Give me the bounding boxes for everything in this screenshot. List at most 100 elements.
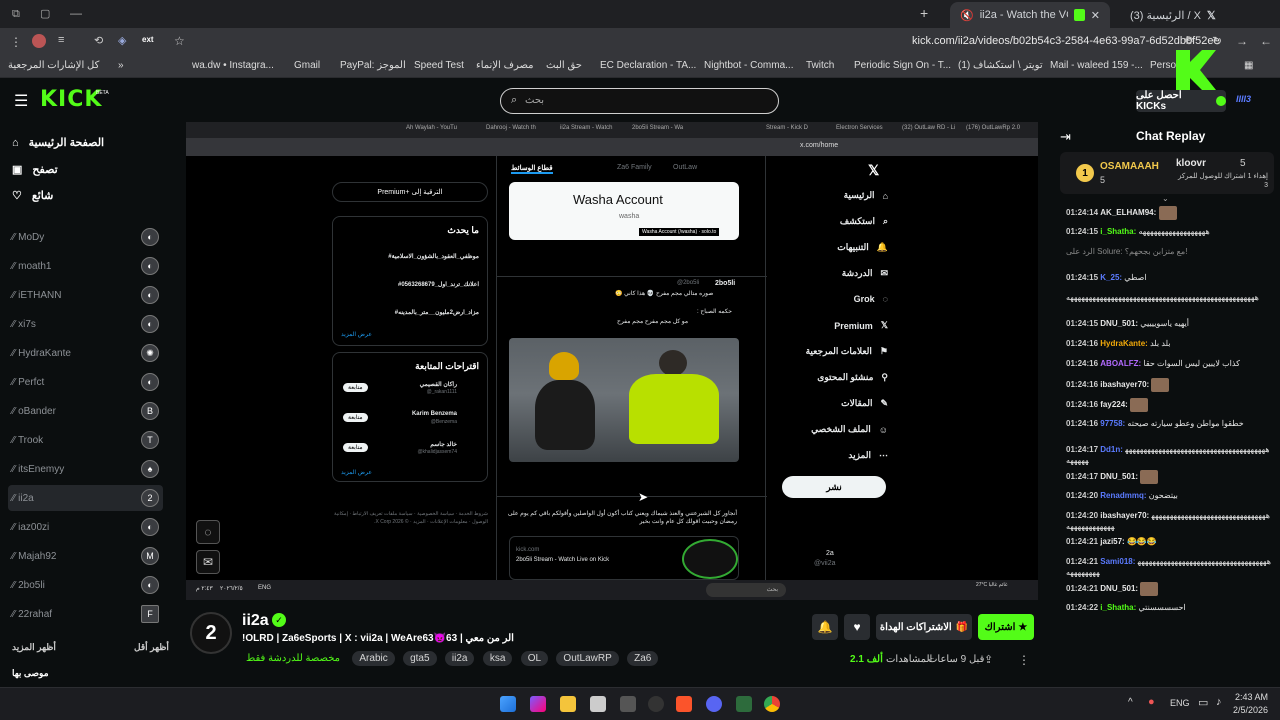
chat-username[interactable]: i_Shatha: <box>1100 603 1136 612</box>
kick-logo[interactable]: KICK <box>40 87 102 112</box>
extension-icon[interactable]: ◈ <box>118 34 126 47</box>
chat-username[interactable]: fay224: <box>1100 400 1128 409</box>
back-icon[interactable]: ← <box>1260 34 1272 48</box>
tag[interactable]: gta5 <box>403 651 437 666</box>
extension-icon[interactable]: ⟲ <box>94 34 103 47</box>
more-options-icon[interactable]: ⋮ <box>1018 653 1030 667</box>
notification-bell-button[interactable]: 🔔 <box>812 614 838 640</box>
channel-item[interactable]: ⁄⁄ 22rahaf F <box>8 601 163 627</box>
search-input[interactable]: ⌕ بحث <box>500 88 779 114</box>
copilot-icon[interactable] <box>530 696 546 712</box>
chrome-icon[interactable] <box>764 696 780 712</box>
chrome-menu-icon[interactable]: ▢ <box>40 7 50 20</box>
chat-username[interactable]: ibashayer70: <box>1100 511 1149 520</box>
channel-item[interactable]: ⁄⁄ oBander B <box>8 398 163 424</box>
streamer-name[interactable]: ii2a <box>242 612 269 630</box>
show-less-link[interactable]: أظهر أقل <box>134 642 169 653</box>
new-tab-icon[interactable]: + <box>920 5 928 21</box>
channel-item[interactable]: ⁄⁄ xi7s ◐ <box>8 311 163 337</box>
chat-username[interactable]: DNU_501: <box>1100 319 1138 328</box>
network-icon[interactable]: ▭ <box>1198 696 1208 709</box>
tag[interactable]: Arabic <box>352 651 395 666</box>
channel-item[interactable]: ⁄⁄ moath1 ◐ <box>8 253 163 279</box>
clock-date[interactable]: 2/5/2026 <box>1230 705 1268 715</box>
get-kicks-button[interactable]: احصل على KICKs <box>1136 90 1226 112</box>
chat-username[interactable]: 97758: <box>1100 419 1125 428</box>
tag[interactable]: ii2a <box>444 651 475 666</box>
nav-trending[interactable]: ♡ شائع <box>12 189 53 202</box>
messages-overlay-icon[interactable]: ✉ <box>196 550 220 574</box>
tag[interactable]: Za6 <box>627 651 659 666</box>
bookmark-item[interactable]: حق البث <box>546 60 582 71</box>
url-field[interactable]: kick.com/ii2a/videos/b02b54c3-2584-4e63-… <box>912 35 1220 47</box>
nav-home[interactable]: ⌂ الصفحة الرئيسية <box>12 136 104 150</box>
language-indicator[interactable]: ENG <box>1170 698 1190 708</box>
bookmark-item[interactable]: EC Declaration - TA... <box>600 60 696 71</box>
mic-icon[interactable]: ● <box>1148 696 1155 708</box>
chat-username[interactable]: AK_ELHAM94: <box>1100 208 1156 217</box>
rank-badge-icon[interactable]: IIII3 <box>1236 94 1251 104</box>
collapse-chat-icon[interactable]: ⇥ <box>1060 129 1071 145</box>
bookmark-item[interactable]: Perso <box>1150 60 1176 71</box>
grid-icon[interactable]: ▦ <box>1244 60 1253 71</box>
chat-username[interactable]: HydraKante: <box>1100 339 1148 348</box>
channel-item[interactable]: ⁄⁄ MoDy ◐ <box>8 224 163 250</box>
reload-icon[interactable]: ↻ <box>1212 34 1222 48</box>
follow-heart-button[interactable]: ♥ <box>844 614 870 640</box>
gift-subs-button[interactable]: الاشتراكات الهداة 🎁 <box>876 614 972 640</box>
share-icon[interactable]: ⇪ <box>984 653 993 666</box>
store-icon[interactable] <box>590 696 606 712</box>
close-tab-icon[interactable]: ✕ <box>1091 9 1100 22</box>
chevron-icon[interactable]: » <box>118 60 124 71</box>
chat-username[interactable]: Sami018: <box>1100 557 1135 566</box>
extension-icon[interactable]: ext <box>142 35 154 44</box>
chat-username[interactable]: jazi57: <box>1100 537 1124 546</box>
hamburger-icon[interactable]: ☰ <box>14 91 28 111</box>
nav-browse[interactable]: ▣ تصفح <box>12 163 58 176</box>
video-player[interactable]: Ah Waylah - YouTu Dahrooj - Watch th ii2… <box>186 122 1038 600</box>
bookmark-item[interactable]: مصرف الإنماء <box>476 60 534 71</box>
profile-avatar[interactable] <box>32 34 46 48</box>
chat-username[interactable]: i_Shatha: <box>1100 227 1136 236</box>
app-icon[interactable] <box>620 696 636 712</box>
bookmark-item[interactable]: Twitch <box>806 60 834 71</box>
bookmark-item[interactable]: PayPal: الموجز <box>340 60 406 71</box>
channel-item-active[interactable]: ⁄⁄ ii2a 2 <box>8 485 163 511</box>
channel-item[interactable]: ⁄⁄ Trook T <box>8 427 163 453</box>
bookmark-item[interactable]: Speed Test <box>414 60 464 71</box>
grok-overlay-icon[interactable]: ◌ <box>196 520 220 544</box>
streamer-avatar[interactable]: 2 <box>190 612 232 654</box>
bookmark-all[interactable]: كل الإشارات المرجعية <box>8 60 99 71</box>
tray-chevron-icon[interactable]: ^ <box>1128 697 1133 708</box>
discord-icon[interactable] <box>706 696 722 712</box>
chat-username[interactable]: K_25: <box>1100 273 1122 282</box>
channel-item[interactable]: ⁄⁄ HydraKante ✺ <box>8 340 163 366</box>
volume-icon[interactable]: ♪ <box>1216 696 1222 708</box>
channel-item[interactable]: ⁄⁄ iETHANN ◐ <box>8 282 163 308</box>
channel-item[interactable]: ⁄⁄ Perfct ◐ <box>8 369 163 395</box>
site-settings-icon[interactable]: ⚙ <box>1184 34 1194 47</box>
bookmark-item[interactable]: Periodic Sign On - T... <box>854 60 951 71</box>
minimize-icon[interactable]: — <box>70 6 82 20</box>
file-explorer-icon[interactable] <box>560 696 576 712</box>
bookmark-item[interactable]: Nightbot - Comma... <box>704 60 793 71</box>
bookmark-item[interactable]: Mail - waleed 159 -... <box>1050 60 1143 71</box>
bookmark-item[interactable]: Gmail <box>294 60 320 71</box>
forward-icon[interactable]: → <box>1236 34 1248 48</box>
extension-icon[interactable]: ≡ <box>58 34 64 46</box>
channel-item[interactable]: ⁄⁄ 2bo5li ◐ <box>8 572 163 598</box>
chat-username[interactable]: DNU_501: <box>1100 584 1138 593</box>
subscribe-button[interactable]: اشتراك ★ <box>978 614 1034 640</box>
tag[interactable]: OutLawRP <box>556 651 619 666</box>
chat-username[interactable]: ibashayer70: <box>1100 380 1149 389</box>
bookmark-item[interactable]: wa.dw • Instagra... <box>192 60 274 71</box>
kebab-menu-icon[interactable]: ⋮ <box>10 35 22 49</box>
tab-x-home[interactable]: X / الرئيسية (3) 𝕏 <box>1120 2 1250 28</box>
terminal-icon[interactable] <box>736 696 752 712</box>
channel-item[interactable]: ⁄⁄ iaz00zi ◐ <box>8 514 163 540</box>
chat-username[interactable]: ABOALFZ: <box>1100 359 1141 368</box>
bookmark-star-icon[interactable]: ☆ <box>174 34 185 48</box>
brave-icon[interactable] <box>676 696 692 712</box>
clock-time[interactable]: 2:43 AM <box>1234 692 1268 702</box>
restore-icon[interactable]: ⧉ <box>12 8 20 21</box>
